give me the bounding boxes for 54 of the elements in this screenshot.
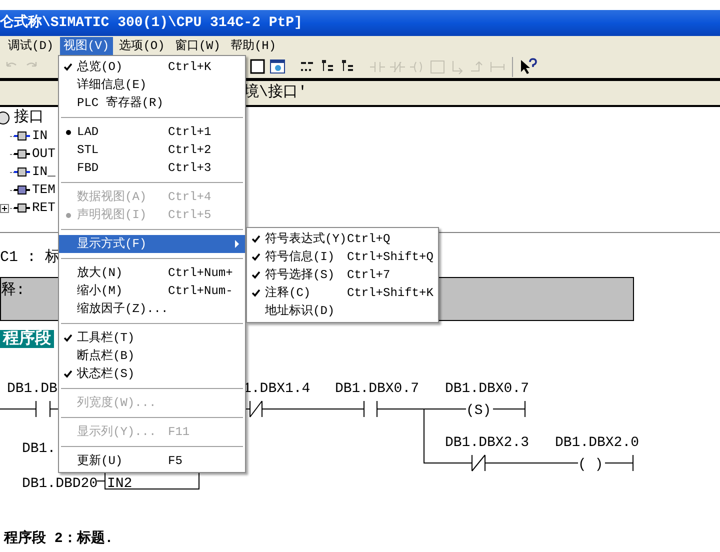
tree-item[interactable]: IN <box>32 126 48 146</box>
menu-entry[interactable]: STL Ctrl+2 <box>59 141 245 159</box>
parameter-icon <box>14 203 30 213</box>
window-icon[interactable] <box>248 57 268 77</box>
menu-entry[interactable]: PLC 寄存器(R) <box>59 94 245 112</box>
menu-item[interactable]: 调试(D) <box>4 36 58 56</box>
operand-label: DB1. <box>22 440 56 459</box>
box-input-label: IN2 <box>107 475 132 494</box>
parameter-icon <box>14 185 30 195</box>
submenu-arrow-icon <box>235 240 239 248</box>
network-label: 程序段 <box>0 330 54 348</box>
tree-item[interactable]: OUT <box>32 144 56 164</box>
operand-label: 1.DBX1.4 <box>243 380 310 399</box>
menu-item[interactable]: 视图(V) <box>60 36 114 56</box>
operand-label: DB1.DBX0.7 <box>335 380 420 399</box>
menu-entry[interactable]: 注释(C) Ctrl+Shift+K <box>247 284 438 302</box>
operand-label: DB1.DBD20 <box>22 475 98 494</box>
tree-item[interactable]: RET <box>32 198 56 218</box>
operand-label: DB1.DBX0.7 <box>445 380 530 399</box>
menu-entry[interactable]: 工具栏(T) <box>59 329 245 347</box>
menu-item[interactable]: 窗口(W) <box>170 36 224 56</box>
tree-root-label: 接口 <box>14 108 44 128</box>
menu-entry[interactable]: 状态栏(S) <box>59 365 245 383</box>
menu-entry[interactable]: 放大(N) Ctrl+Num+ <box>59 264 245 282</box>
network-title: 程序段 2：标题. <box>4 531 114 547</box>
tree-item[interactable]: TEM <box>32 180 56 200</box>
parameter-icon <box>14 149 30 159</box>
menu-entry[interactable]: FBD Ctrl+3 <box>59 159 245 177</box>
menu-entry[interactable]: 符号信息(I) Ctrl+Shift+Q <box>247 248 438 266</box>
menu-entry[interactable]: 符号选择(S) Ctrl+7 <box>247 266 438 284</box>
operand-label: DB1.DBX2.3 <box>445 434 530 453</box>
menu-item[interactable]: 帮助(H) <box>226 36 280 56</box>
comment-label: 释: <box>1 282 26 299</box>
menu-entry[interactable]: 详细信息(E) <box>59 76 245 94</box>
menu-entry[interactable]: 缩放因子(Z)... <box>59 300 245 318</box>
menu-entry[interactable]: 更新(U) F5 <box>59 452 245 470</box>
menu-entry[interactable]: 缩小(M) Ctrl+Num- <box>59 282 245 300</box>
window-title: 仑式称\SIMATIC 300(1)\CPU 314C-2 PtP] <box>0 13 302 32</box>
menu-entry[interactable]: 符号表达式(Y)Ctrl+Q <box>247 230 438 248</box>
parameter-icon <box>14 131 30 141</box>
path-text: 境\接口' <box>244 82 308 103</box>
operand-label: DB1.DBX2.0 <box>555 434 640 453</box>
block-icon <box>0 111 10 125</box>
menu-entry[interactable]: 显示方式(F) <box>59 235 245 253</box>
menu-entry[interactable]: LAD Ctrl+1 <box>59 123 245 141</box>
menu-item[interactable]: 选项(O) <box>115 36 169 56</box>
menu-entry[interactable]: 总览(O) Ctrl+K <box>59 58 245 76</box>
expand-icon[interactable] <box>0 204 9 212</box>
tree-item[interactable]: IN_ <box>32 162 56 182</box>
menu-entry[interactable]: 地址标识(D) <box>247 302 438 320</box>
parameter-icon <box>14 167 30 177</box>
help-cursor-icon[interactable] <box>518 57 538 77</box>
menu-entry[interactable]: 断点栏(B) <box>59 347 245 365</box>
operand-label: DB1.DB <box>7 380 58 399</box>
